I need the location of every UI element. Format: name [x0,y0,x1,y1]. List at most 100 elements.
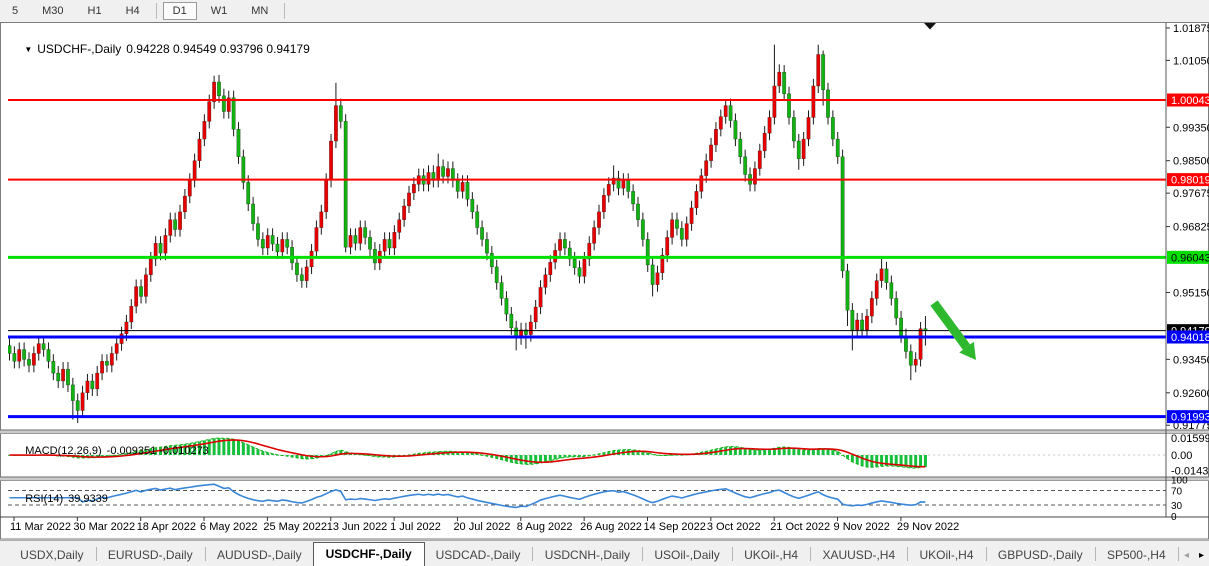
symbol-tab-usdchf-daily[interactable]: USDCHF-,Daily [313,542,425,566]
candle [695,191,698,208]
candle [320,212,323,228]
candle [363,228,366,238]
date-axis-tick: 6 May 2022 [200,521,257,533]
candle [276,244,279,252]
candle [81,393,84,411]
candle [768,117,771,133]
candle [821,54,824,89]
candle [407,193,410,206]
candle [247,182,250,204]
candle [271,235,274,244]
candle [885,269,888,283]
candle [704,161,707,176]
candle [792,117,795,141]
candle [797,141,800,159]
date-axis-tick: 20 Jul 2022 [453,521,510,533]
candle [402,206,405,220]
symbol-tab-usdcnh-daily[interactable]: USDCNH-,Daily [534,544,641,566]
price-label-1.00043: 1.00043 [1167,94,1209,108]
tabs-scroll-left-icon[interactable]: ◂ [1179,546,1194,566]
candle [558,239,561,250]
symbol-tab-ukoil-h4[interactable]: UKOil-,H4 [733,544,809,566]
candle [851,310,854,330]
symbol-tab-usdcad-daily[interactable]: USDCAD-,Daily [425,544,532,566]
candle [826,90,829,118]
candle [451,169,454,181]
candle [778,72,781,86]
symbol-tab-ukoil-h4[interactable]: UKOil-,H4 [909,544,985,566]
candle [198,139,201,161]
candle [32,353,35,365]
candle [812,86,815,117]
macd-axis-tick: 0.01599 [1171,433,1209,445]
symbol-tab-gbpusd-daily[interactable]: GBPUSD-,Daily [987,544,1094,566]
chart-canvas[interactable]: 1.018751.010500.993500.985000.976750.968… [0,0,1209,566]
panel-splitter-rsi[interactable] [0,477,1209,481]
candle [753,169,756,185]
candle [914,359,917,365]
candle [329,141,332,180]
dropdown-triangle-icon[interactable]: ▼ [24,45,32,54]
candle [256,224,259,240]
candle [8,346,11,354]
candle [495,267,498,283]
candle [817,54,820,85]
price-axis-tick: 0.99350 [1173,122,1209,134]
candle [232,98,235,129]
candle [714,129,717,145]
candle [895,298,898,318]
symbol-tab-eurusd-daily[interactable]: EURUSD-,Daily [97,544,204,566]
candle [266,235,269,248]
candle [709,145,712,161]
candle [324,180,327,211]
candle [95,373,98,389]
candle [602,195,605,212]
candle [86,381,89,393]
candle [393,232,396,248]
candle [500,283,503,299]
symbol-tab-sp500-h4[interactable]: SP500-,H4 [1096,544,1177,566]
candle [763,133,766,151]
rsi-axis-tick: 0 [1171,512,1177,523]
candle [208,102,211,122]
date-axis-tick: 3 Oct 2022 [707,521,761,533]
candle [870,298,873,316]
candle [173,220,176,230]
candle [295,263,298,275]
candle [578,268,581,277]
price-label-0.94018: 0.94018 [1167,330,1209,344]
symbol-tab-audusd-daily[interactable]: AUDUSD-,Daily [206,544,313,566]
candle [120,334,123,344]
tabs-scroll-right-icon[interactable]: ▸ [1194,546,1209,566]
date-axis-tick: 8 Aug 2022 [517,521,573,533]
date-axis-tick: 9 Nov 2022 [834,521,890,533]
candle [37,344,40,354]
candle [890,283,893,299]
candle [110,353,113,365]
candle [57,373,60,381]
date-axis-tick: 13 Jun 2022 [327,521,388,533]
candle [831,117,834,139]
candle [622,180,625,188]
candle [680,228,683,239]
candle [583,259,586,276]
candle [398,220,401,233]
symbol-tab-xauusd-h4[interactable]: XAUUSD-,H4 [811,544,906,566]
symbol-tab-usdx-daily[interactable]: USDX,Daily [9,544,94,566]
candle [183,196,186,212]
candle [461,182,464,191]
chart-symbol-title: USDCHF-,Daily [37,42,121,56]
candle [782,72,785,94]
candle [573,259,576,268]
candle [446,169,449,177]
candle [456,180,459,191]
candle [368,237,371,249]
candle [222,96,225,112]
candle [700,176,703,192]
candle [300,275,303,281]
candle [310,251,313,267]
candle [359,228,362,244]
candle [100,361,103,373]
candle [47,350,50,362]
symbol-tab-usoil-daily[interactable]: USOil-,Daily [643,544,730,566]
